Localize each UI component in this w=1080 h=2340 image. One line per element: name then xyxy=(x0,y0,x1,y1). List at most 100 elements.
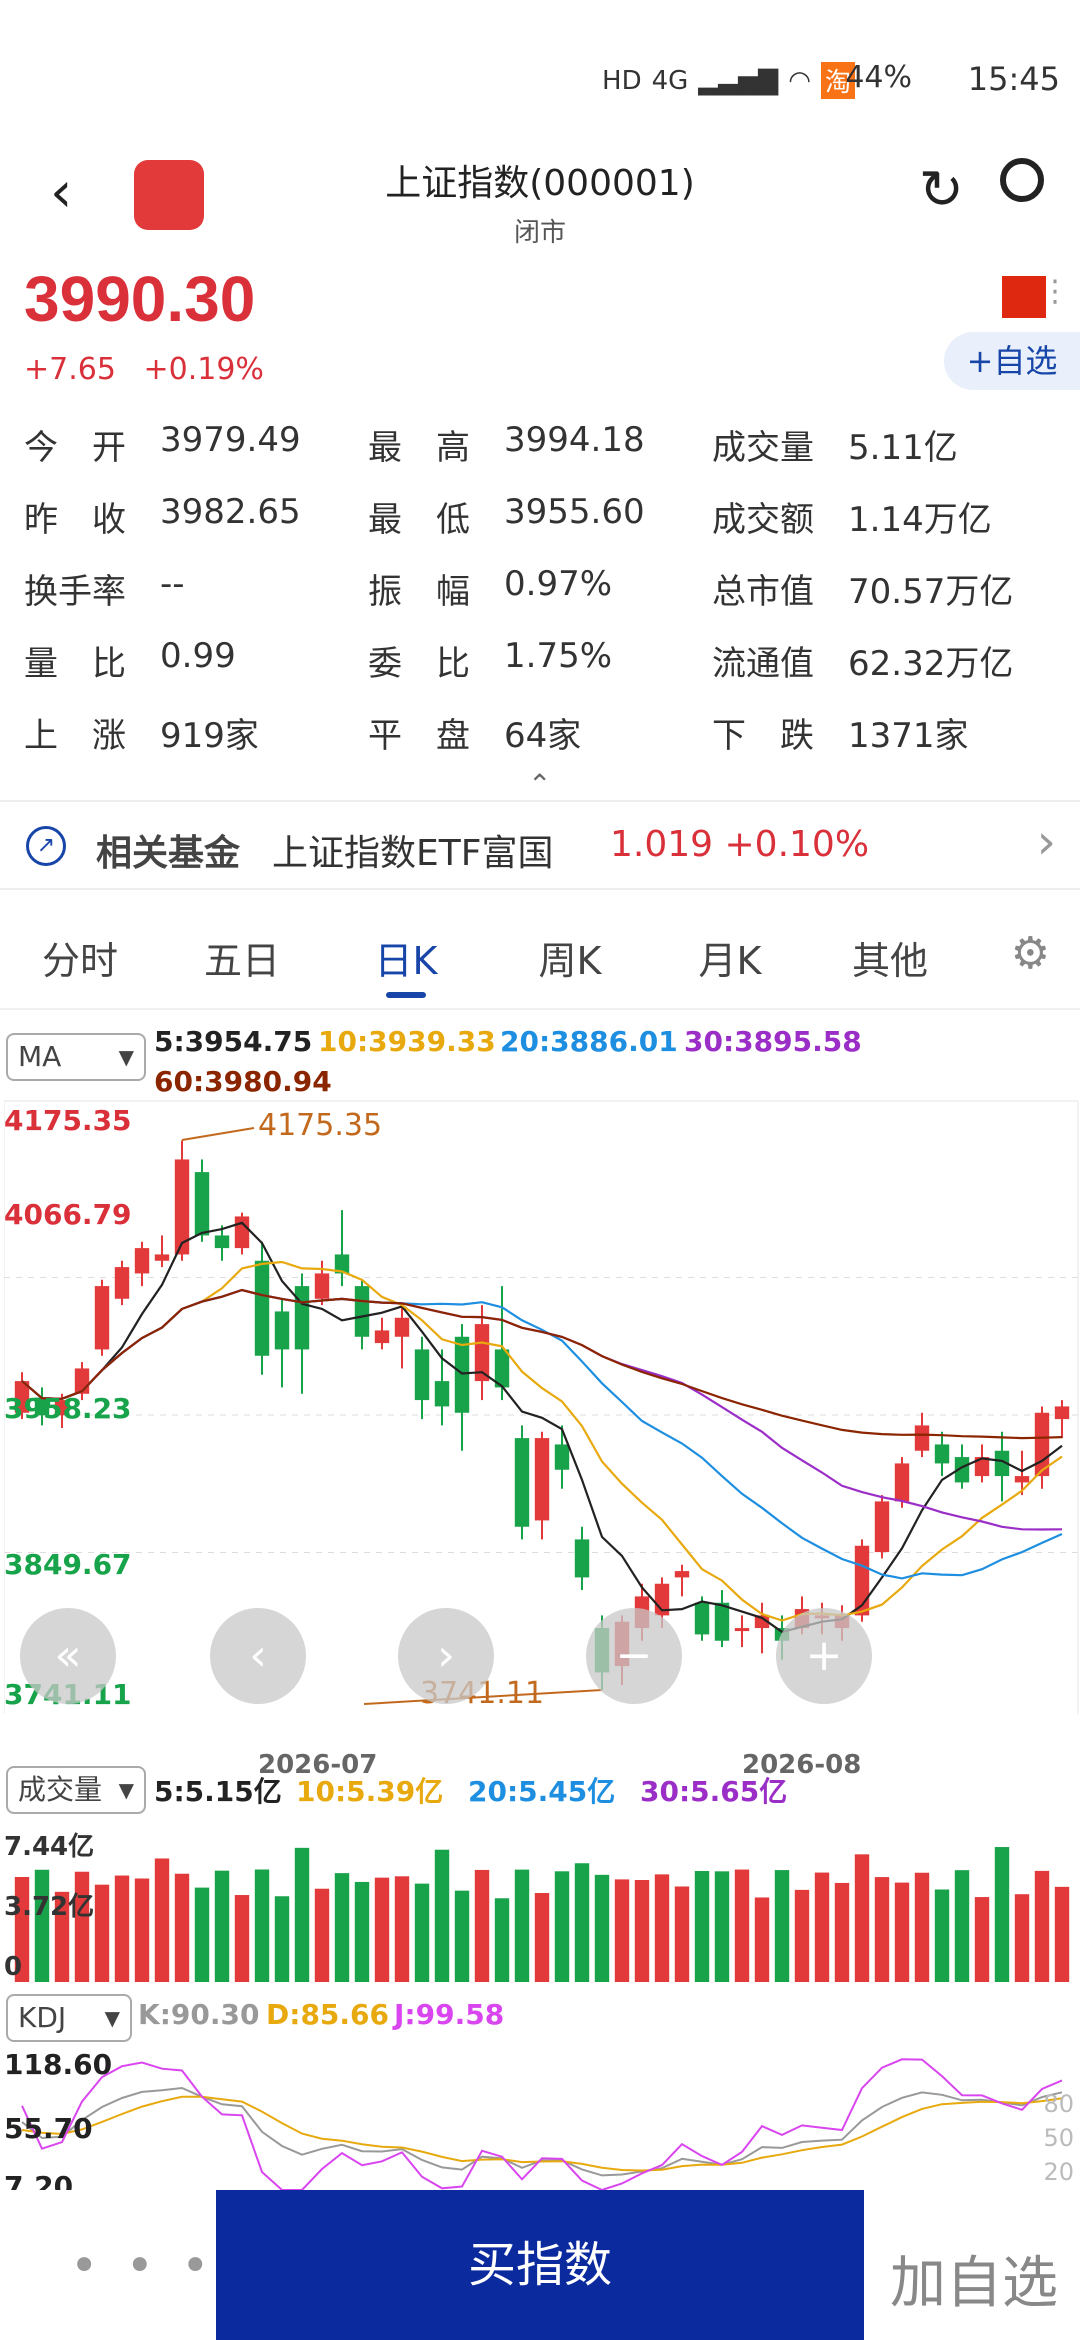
candle-body xyxy=(734,1628,750,1632)
stat-value: 1371家 xyxy=(848,716,969,756)
vol-ma5: 5:5.15亿 xyxy=(154,1775,282,1808)
volume-bar xyxy=(694,1871,710,1982)
candle-body xyxy=(214,1235,230,1249)
tab-weekly-k[interactable]: 周K xyxy=(500,930,640,985)
ma30-value: 30:3895.58 xyxy=(684,1025,862,1058)
stat-label: 换手率 xyxy=(24,572,126,612)
last-price: 3990.30 xyxy=(24,263,256,335)
more-icon[interactable]: ⋮ xyxy=(1040,274,1070,309)
tab-intraday[interactable]: 分时 xyxy=(10,930,150,985)
tab-other[interactable]: 其他 xyxy=(820,930,960,985)
period-tabs: 分时 五日 日K 周K 月K 其他 ⚙ xyxy=(0,900,1080,1010)
volume-bar xyxy=(994,1847,1010,1982)
ma-line xyxy=(21,1288,1063,1440)
clock: 15:45 xyxy=(967,60,1060,98)
stat-value: 1.14万亿 xyxy=(848,500,992,540)
candle-body xyxy=(1014,1476,1030,1483)
stat-label: 成交量 xyxy=(712,428,814,468)
wifi-icon: ◠ xyxy=(788,65,811,96)
add-watchlist-button[interactable]: +自选 xyxy=(944,332,1080,390)
tab-five-day[interactable]: 五日 xyxy=(172,930,312,985)
volume-bar xyxy=(354,1881,370,1982)
zoom-out-icon[interactable]: − xyxy=(586,1608,682,1704)
volume-bar xyxy=(654,1874,670,1982)
volume-bar xyxy=(1034,1870,1050,1982)
volume-bar xyxy=(914,1872,930,1982)
volume-svg xyxy=(14,1847,1070,1982)
candle-body xyxy=(874,1501,890,1553)
related-fund[interactable]: ↗ 相关基金 上证指数ETF富国 1.019 +0.10% › xyxy=(0,800,1080,890)
candle-body xyxy=(934,1444,950,1464)
search-icon[interactable] xyxy=(1000,158,1044,202)
scroll-left-fast-icon[interactable]: « xyxy=(20,1608,116,1704)
candle-body xyxy=(694,1602,710,1635)
volume-bar xyxy=(474,1869,490,1982)
volume-bar xyxy=(774,1870,790,1982)
kline-svg xyxy=(3,1100,1080,1746)
volume-bar xyxy=(714,1871,730,1982)
tab-monthly-k[interactable]: 月K xyxy=(660,930,800,985)
candle-body xyxy=(194,1172,210,1236)
candle-body xyxy=(254,1260,270,1356)
stat-label: 最 低 xyxy=(368,500,470,540)
stat-label: 总市值 xyxy=(712,572,814,612)
fund-label: 相关基金 xyxy=(96,833,241,874)
gear-icon[interactable]: ⚙ xyxy=(1011,928,1050,979)
kdj-k: K:90.30 xyxy=(138,1998,260,2031)
candle-body xyxy=(434,1381,450,1407)
volume-panel: 成交量 ▼ 5:5.15亿 10:5.39亿 20:5.45亿 30:5.65亿 … xyxy=(0,1766,1080,1986)
refresh-icon[interactable]: ↻ xyxy=(919,158,964,221)
scroll-left-icon[interactable]: ‹ xyxy=(210,1608,306,1704)
stat-value: 3955.60 xyxy=(504,492,645,532)
volume-bar xyxy=(554,1871,570,1982)
kdj-j: J:99.58 xyxy=(394,1998,505,2031)
stats-row: 今 开 3979.49 最 高 3994.18 成交量 5.11亿 xyxy=(0,420,1080,480)
stat-label: 昨 收 xyxy=(24,500,126,540)
stat-value: 3979.49 xyxy=(160,420,301,460)
ma-legend: MA ▼ 5:3954.75 10:3939.33 20:3886.01 30:… xyxy=(0,1025,1080,1105)
y-tick-4: 3849.67 xyxy=(4,1548,132,1581)
volume-bar xyxy=(934,1889,950,1982)
vol-y-min: 0 xyxy=(4,1952,23,1982)
add-watch-button[interactable]: 加自选 xyxy=(890,2238,1058,2319)
candle-body xyxy=(574,1539,590,1578)
ma60-value: 60:3980.94 xyxy=(154,1065,332,1098)
volume-bar xyxy=(94,1884,110,1982)
volume-bar xyxy=(494,1898,510,1982)
volume-bar xyxy=(954,1870,970,1982)
volume-bar xyxy=(114,1875,130,1982)
high-annotation: 4175.35 xyxy=(258,1108,383,1143)
stat-value: 3994.18 xyxy=(504,420,645,460)
buy-index-button[interactable]: 买指数 xyxy=(216,2190,864,2340)
more-menu-button[interactable]: • • • xyxy=(70,2238,215,2294)
status-bar: HD 4G ▂▃▅▇ ◠ 淘 44% 15:45 xyxy=(0,52,1080,108)
volume-selector[interactable]: 成交量 ▼ xyxy=(6,1766,146,1814)
stat-value: 0.97% xyxy=(504,564,613,604)
kline-chart[interactable]: 4175.35 4066.79 3958.23 3849.67 3741.11 … xyxy=(3,1100,1080,1780)
ma10-value: 10:3939.33 xyxy=(318,1025,496,1058)
kdj-y-mid: 55.70 xyxy=(4,2112,93,2145)
dropdown-icon: ▼ xyxy=(118,1778,134,1802)
annotation-leader xyxy=(181,1127,255,1141)
collapse-icon[interactable]: ⌃ xyxy=(528,768,551,801)
battery-text: 44% xyxy=(845,60,912,95)
vol-ma10: 10:5.39亿 xyxy=(296,1775,444,1808)
zoom-in-icon[interactable]: + xyxy=(776,1608,872,1704)
kdj-panel: KDJ ▼ K:90.30 D:85.66 J:99.58 118.60 55.7… xyxy=(0,1994,1080,2203)
stats-row: 上 涨 919家 平 盘 64家 下 跌 1371家 xyxy=(0,708,1080,768)
ma-selector[interactable]: MA ▼ xyxy=(6,1033,146,1081)
stat-label: 下 跌 xyxy=(712,716,814,756)
volume-bar xyxy=(314,1888,330,1982)
volume-bar xyxy=(194,1887,210,1982)
kdj-selector[interactable]: KDJ ▼ xyxy=(6,1994,132,2042)
volume-bar xyxy=(594,1874,610,1982)
volume-bar xyxy=(574,1863,590,1982)
scroll-right-icon[interactable]: › xyxy=(398,1608,494,1704)
tab-daily-k[interactable]: 日K xyxy=(336,930,476,998)
trend-icon: ↗ xyxy=(26,826,66,866)
stat-label: 流通值 xyxy=(712,644,814,684)
ma20-value: 20:3886.01 xyxy=(500,1025,678,1058)
volume-bar xyxy=(1054,1886,1070,1982)
stat-label: 平 盘 xyxy=(368,716,470,756)
volume-bar xyxy=(794,1889,810,1982)
